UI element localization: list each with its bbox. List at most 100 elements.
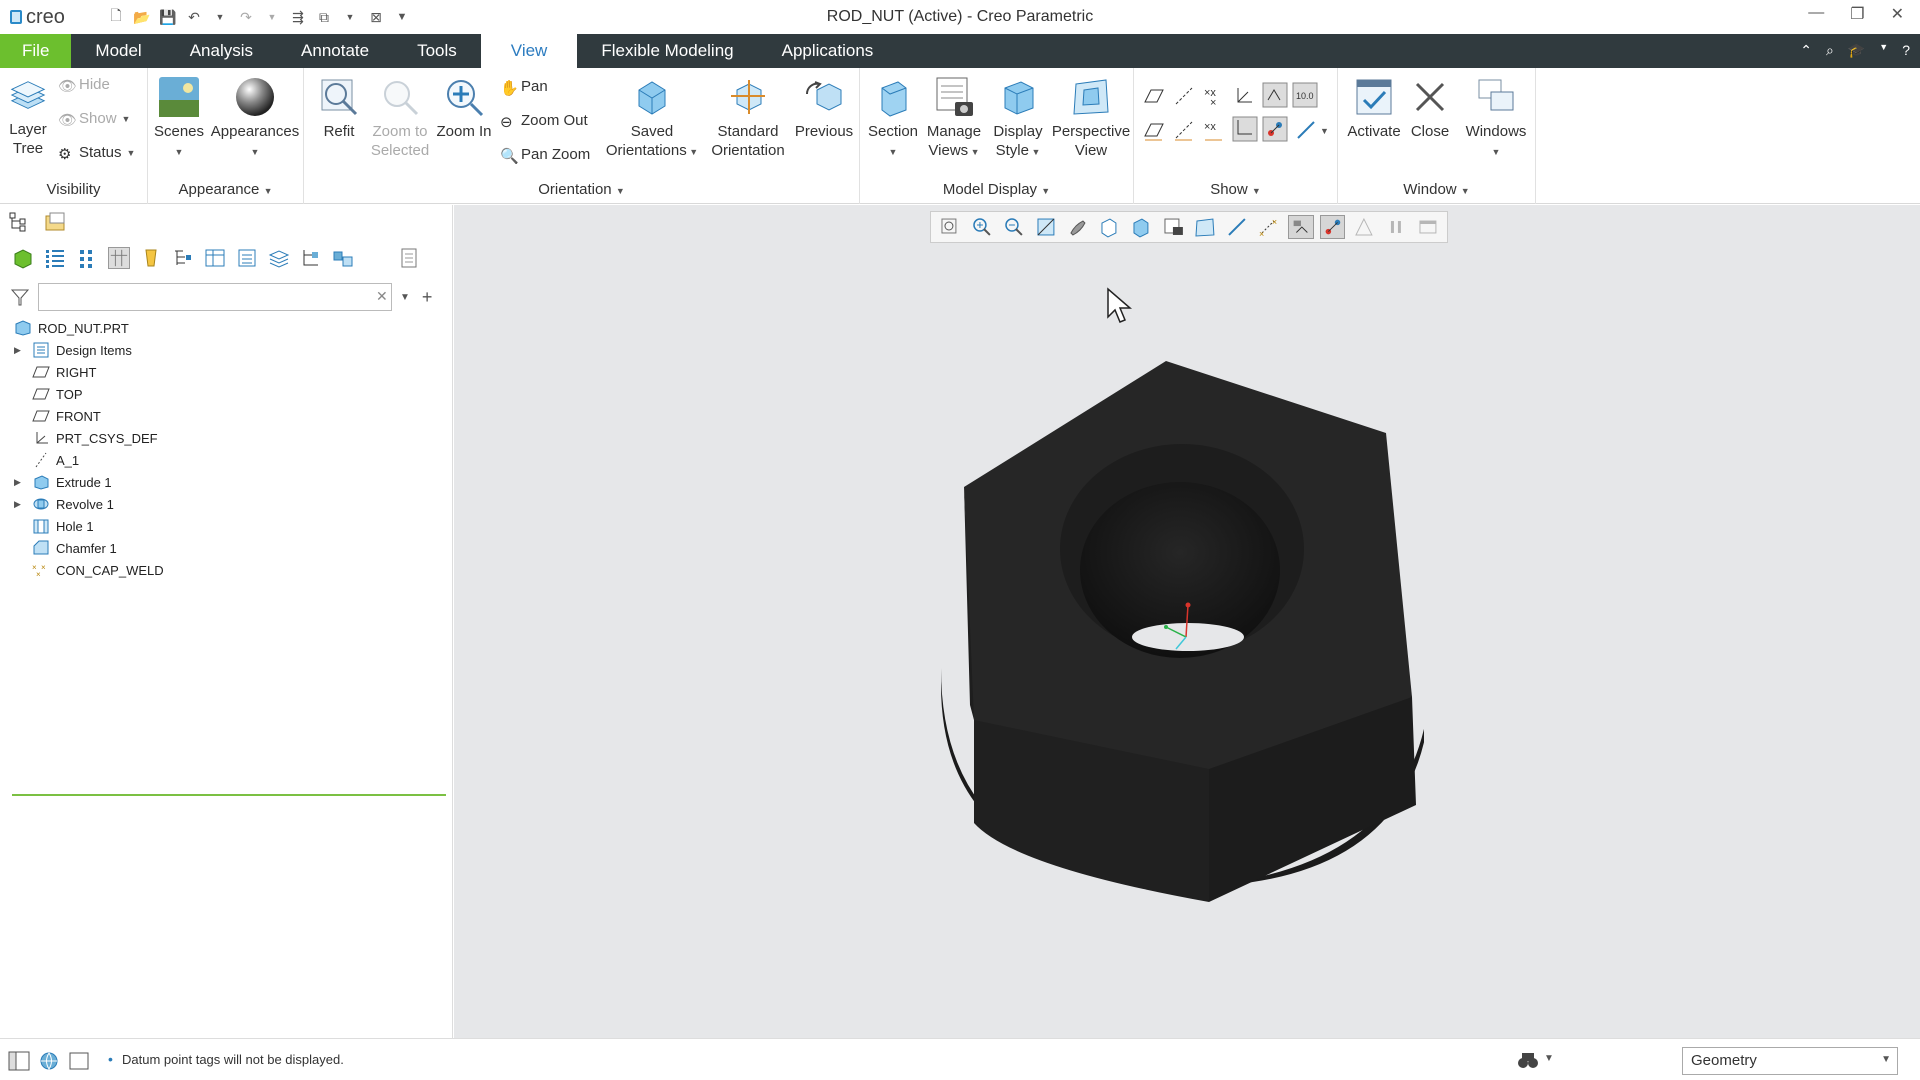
- sketch-display-icon[interactable]: [1351, 215, 1377, 239]
- tree-item-design-items[interactable]: ▶ Design Items: [14, 339, 444, 361]
- expand-arrow-icon[interactable]: ▶: [14, 499, 28, 510]
- csys-display-icon[interactable]: [1232, 84, 1256, 108]
- minimize-ribbon-icon[interactable]: ⌃: [1800, 42, 1812, 59]
- datum-point-display-icon[interactable]: ××: [1256, 215, 1282, 239]
- regenerate-icon-small[interactable]: [1415, 215, 1441, 239]
- help-icon[interactable]: ?: [1902, 42, 1910, 59]
- tab-analysis[interactable]: Analysis: [166, 34, 277, 68]
- pause-icon[interactable]: [1383, 215, 1409, 239]
- tree-insert-indicator[interactable]: [12, 794, 446, 796]
- pan-zoom-button[interactable]: 🔍 Pan Zoom: [500, 146, 590, 165]
- full-screen-icon[interactable]: [68, 1051, 90, 1071]
- windows-dropdown-icon[interactable]: ▼: [340, 7, 360, 27]
- layers-icon[interactable]: [268, 247, 290, 269]
- show-button[interactable]: 👁 Show ▼: [58, 110, 130, 129]
- point-tag-icon[interactable]: ×x: [1202, 118, 1226, 142]
- close-button[interactable]: Close: [1404, 76, 1456, 141]
- windows-button[interactable]: Windows ▼: [1460, 76, 1532, 162]
- tree-item-con-cap-weld[interactable]: × × × CON_CAP_WELD: [14, 559, 444, 581]
- tree-filter-icon[interactable]: [172, 247, 194, 269]
- close-window-icon[interactable]: ⊠: [366, 7, 386, 27]
- activate-button[interactable]: Activate: [1342, 76, 1406, 141]
- view-manager-icon[interactable]: [1160, 215, 1186, 239]
- tree-item-chamfer-1[interactable]: Chamfer 1: [14, 537, 444, 559]
- selection-filter-select[interactable]: Geometry ▼: [1682, 1047, 1898, 1075]
- minimize-icon[interactable]: —: [1808, 4, 1824, 24]
- clear-search-icon[interactable]: ✕: [376, 288, 388, 305]
- expand-arrow-icon[interactable]: ▶: [14, 345, 28, 356]
- tree-columns-icon[interactable]: [204, 247, 226, 269]
- tab-flexible-modeling[interactable]: Flexible Modeling: [577, 34, 757, 68]
- save-icon[interactable]: 💾: [158, 7, 178, 27]
- windows-icon[interactable]: ⧉: [314, 7, 334, 27]
- tree-settings-icon[interactable]: [300, 247, 322, 269]
- pan-button[interactable]: ✋ Pan: [500, 78, 548, 97]
- plane-display-icon[interactable]: [1142, 84, 1166, 108]
- model-tree-tab-icon[interactable]: [8, 211, 30, 233]
- standard-orientation-button[interactable]: Standard Orientation: [704, 76, 792, 160]
- open-folder-icon[interactable]: 📂: [132, 7, 152, 27]
- tab-tools[interactable]: Tools: [393, 34, 481, 68]
- new-file-icon[interactable]: 🗋: [106, 7, 126, 27]
- compact-list-icon[interactable]: [76, 247, 98, 269]
- expand-arrow-icon[interactable]: ▶: [14, 477, 28, 488]
- list-view-icon[interactable]: [44, 247, 66, 269]
- search-dropdown-icon[interactable]: ▼: [400, 292, 410, 303]
- tab-file[interactable]: File: [0, 34, 72, 68]
- display-style-button[interactable]: Display Style ▼: [986, 76, 1050, 162]
- zoom-to-selected-button[interactable]: Zoom to Selected: [366, 76, 434, 160]
- tree-root[interactable]: ROD_NUT.PRT: [14, 317, 444, 339]
- tree-options-icon[interactable]: [398, 247, 420, 269]
- highlight-icon[interactable]: [140, 247, 162, 269]
- datum-plane-display-icon[interactable]: [1224, 215, 1250, 239]
- previous-button[interactable]: Previous: [792, 76, 856, 141]
- add-filter-icon[interactable]: +: [422, 287, 433, 308]
- tree-item-hole-1[interactable]: Hole 1: [14, 515, 444, 537]
- undo-icon[interactable]: ↶: [184, 7, 204, 27]
- tree-search-input[interactable]: [38, 283, 392, 311]
- zoom-out-icon-small[interactable]: [1001, 215, 1027, 239]
- plane-tag-icon[interactable]: [1142, 118, 1166, 142]
- tree-item-right[interactable]: RIGHT: [14, 361, 444, 383]
- perspective-icon-small[interactable]: [1192, 215, 1218, 239]
- hide-button[interactable]: 👁 Hide: [58, 76, 110, 95]
- tree-item-prt-csys-def[interactable]: PRT_CSYS_DEF: [14, 427, 444, 449]
- appearance-brush-icon[interactable]: [1065, 215, 1091, 239]
- zoom-in-icon-small[interactable]: [969, 215, 995, 239]
- close-icon[interactable]: ✕: [1891, 4, 1904, 24]
- toggle-navigator-icon[interactable]: [8, 1051, 30, 1071]
- show-more-icon[interactable]: ▼: [1294, 118, 1334, 142]
- tab-annotate[interactable]: Annotate: [277, 34, 393, 68]
- annotation-display-icon[interactable]: [1262, 82, 1288, 108]
- tree-item-front[interactable]: FRONT: [14, 405, 444, 427]
- display-style-icon-small[interactable]: [1096, 215, 1122, 239]
- tree-item-extrude-1[interactable]: ▶ Extrude 1: [14, 471, 444, 493]
- appearances-button[interactable]: Appearances ▼: [210, 76, 300, 162]
- refit-icon-small[interactable]: [937, 215, 963, 239]
- learning-icon[interactable]: 🎓: [1848, 42, 1865, 59]
- restore-icon[interactable]: ❐: [1850, 4, 1864, 24]
- tree-item-a-1[interactable]: A_1: [14, 449, 444, 471]
- regenerate-icon[interactable]: ⇶: [288, 7, 308, 27]
- customize-qat-icon[interactable]: ▼: [392, 7, 412, 27]
- graphics-window[interactable]: × ×: [454, 205, 1920, 1038]
- annotation-display-toggle-icon[interactable]: [1287, 215, 1314, 239]
- folder-browser-tab-icon[interactable]: [44, 211, 68, 233]
- dimension-display-icon[interactable]: 10.0: [1292, 82, 1318, 108]
- zoom-out-button[interactable]: ⊖ Zoom Out: [500, 112, 588, 131]
- tab-view[interactable]: View: [480, 34, 578, 68]
- layer-list-icon[interactable]: [236, 247, 258, 269]
- browser-icon[interactable]: [38, 1051, 60, 1071]
- redo-dropdown-icon[interactable]: ▼: [262, 7, 282, 27]
- zoom-in-button[interactable]: Zoom In: [432, 76, 496, 141]
- tree-item-top[interactable]: TOP: [14, 383, 444, 405]
- scenes-button[interactable]: Scenes ▼: [152, 76, 206, 162]
- perspective-view-button[interactable]: Perspective View: [1050, 76, 1132, 160]
- undo-dropdown-icon[interactable]: ▼: [210, 7, 230, 27]
- status-button[interactable]: ⚙ Status ▼: [58, 144, 135, 163]
- layer-tree-button[interactable]: Layer Tree: [6, 76, 50, 158]
- saved-orientations-icon-small[interactable]: [1128, 215, 1154, 239]
- section-button[interactable]: Section ▼: [864, 76, 922, 162]
- tab-applications[interactable]: Applications: [758, 34, 898, 68]
- grid-view-icon[interactable]: [108, 247, 130, 269]
